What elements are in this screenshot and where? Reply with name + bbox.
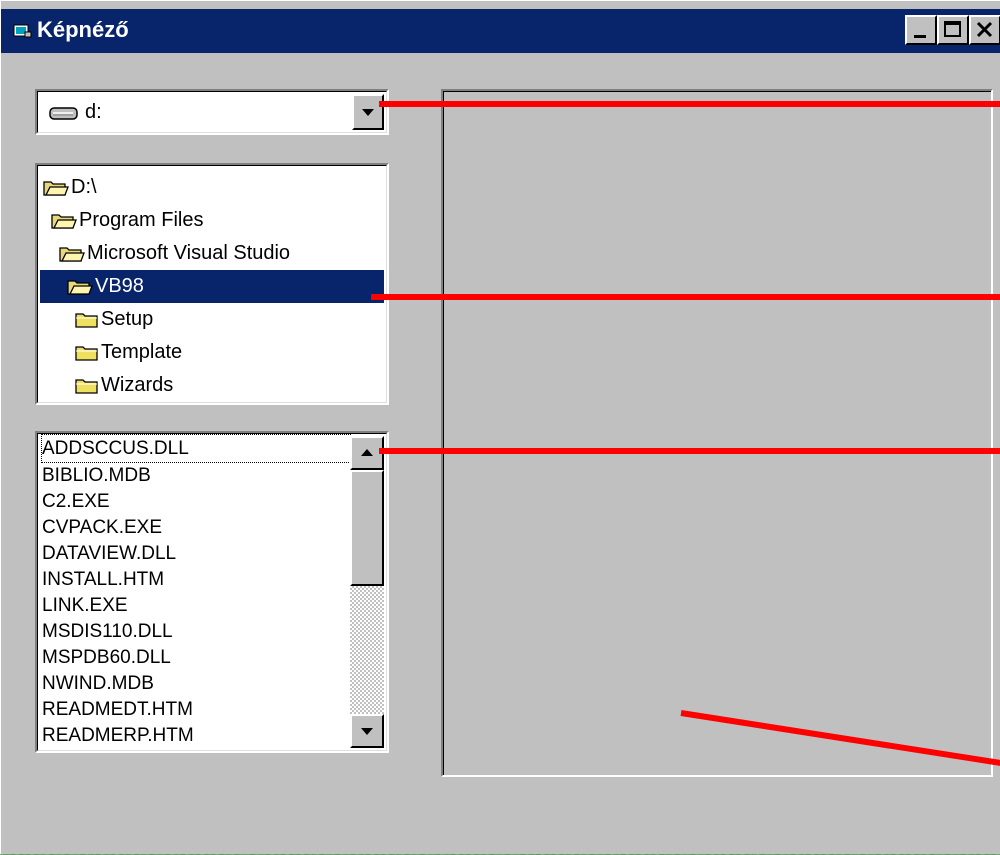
minimize-button[interactable]: [905, 15, 937, 45]
maximize-icon: [944, 21, 961, 37]
file-item[interactable]: LINK.EXE: [42, 592, 128, 619]
file-item[interactable]: READMERP.HTM: [42, 722, 194, 749]
directory-item-label: Setup: [101, 308, 154, 330]
file-list[interactable]: ADDSCCUS.DLL BIBLIO.MDB C2.EXE CVPACK.EX…: [35, 431, 389, 753]
scroll-thumb[interactable]: [350, 470, 384, 586]
drive-icon: [49, 107, 78, 120]
kepnezo-window: Képnéző d: D:\ Program Files Microsoft V…: [0, 0, 1000, 854]
maximize-button[interactable]: [937, 15, 969, 45]
directory-list[interactable]: D:\ Program Files Microsoft Visual Studi…: [35, 163, 389, 405]
directory-item-label: D:\: [71, 176, 97, 198]
scroll-up-button[interactable]: [350, 436, 384, 470]
window-title: Képnéző: [37, 17, 129, 42]
open-folder-icon: [51, 214, 77, 229]
image-display-frame-inner: [443, 91, 991, 775]
minimize-icon: [914, 35, 926, 38]
directory-item-label: Program Files: [79, 209, 204, 231]
closed-folder-icon: [75, 379, 98, 394]
drive-combo[interactable]: d:: [35, 89, 389, 135]
file-item[interactable]: CVPACK.EXE: [42, 514, 162, 541]
closed-folder-icon: [75, 346, 98, 361]
chevron-down-icon: [361, 728, 373, 735]
directory-item-label: Template: [101, 341, 183, 363]
chevron-up-icon: [361, 449, 373, 456]
app-icon: [13, 24, 32, 38]
file-item[interactable]: READMEDT.HTM: [42, 696, 193, 723]
open-folder-icon: [67, 280, 93, 295]
drive-combo-value: d:: [85, 101, 102, 123]
directory-item-label: Microsoft Visual Studio: [87, 242, 291, 264]
close-button[interactable]: [969, 15, 1000, 45]
file-item[interactable]: NWIND.MDB: [42, 670, 154, 697]
open-folder-icon: [59, 247, 85, 262]
scroll-down-button[interactable]: [350, 714, 384, 748]
image-display-frame: [441, 89, 993, 777]
file-item[interactable]: C2.EXE: [42, 488, 110, 515]
file-item[interactable]: DATAVIEW.DLL: [42, 540, 176, 567]
open-folder-icon: [43, 181, 69, 196]
file-item[interactable]: MSPDB60.DLL: [42, 644, 171, 671]
closed-folder-icon: [75, 313, 98, 328]
file-item[interactable]: INSTALL.HTM: [42, 566, 164, 593]
title-bar[interactable]: Képnéző: [1, 9, 1000, 53]
chevron-down-icon: [362, 109, 374, 116]
close-icon: [976, 21, 993, 38]
file-item[interactable]: MSDIS110.DLL: [42, 618, 173, 645]
directory-item-label: Wizards: [101, 374, 174, 396]
file-item[interactable]: BIBLIO.MDB: [42, 462, 151, 489]
file-item[interactable]: ADDSCCUS.DLL: [41, 434, 351, 463]
file-list-scrollbar[interactable]: [350, 436, 384, 748]
drive-dropdown-button[interactable]: [352, 94, 384, 130]
directory-item-vb98[interactable]: VB98: [40, 270, 384, 303]
directory-item-label: VB98: [95, 275, 144, 297]
